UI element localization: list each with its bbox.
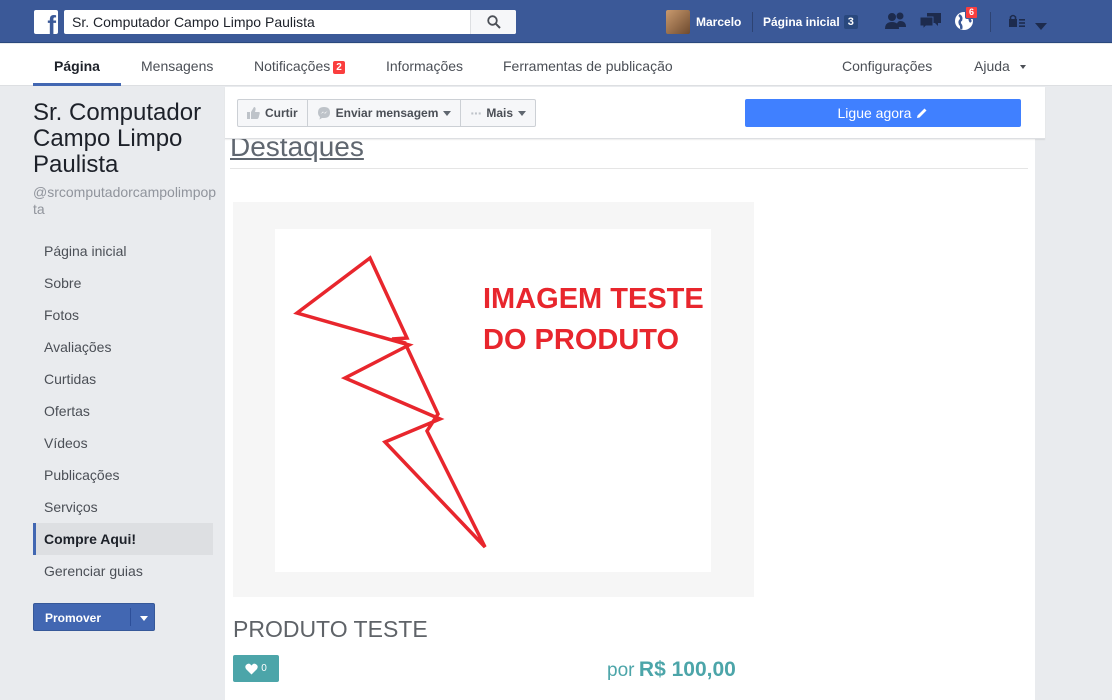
more-dots-icon: ···	[470, 105, 482, 121]
tab-notificacoes[interactable]: Notificações 2	[254, 44, 345, 86]
pencil-icon[interactable]	[916, 107, 928, 119]
search-input[interactable]: Sr. Computador Campo Limpo Paulista	[64, 14, 470, 30]
topbar-divider	[990, 12, 991, 32]
home-label: Página inicial	[763, 14, 840, 29]
sidebar-item-fotos[interactable]: Fotos	[33, 299, 213, 331]
tab-pagina[interactable]: Página	[33, 44, 121, 86]
promote-button[interactable]: Promover	[33, 603, 155, 631]
search-icon	[486, 15, 501, 29]
messages-icon	[919, 13, 941, 31]
sidebar-item-servicos[interactable]: Serviços	[33, 491, 213, 523]
caret-down-icon	[443, 110, 452, 116]
caret-down-icon	[1035, 23, 1047, 30]
sidebar-item-ofertas[interactable]: Ofertas	[33, 395, 213, 427]
section-divider	[230, 168, 1028, 169]
sidebar-item-avaliacoes[interactable]: Avaliações	[33, 331, 213, 363]
friends-icon	[885, 12, 906, 29]
product-price: por R$ 100,00	[607, 658, 736, 682]
notificacoes-badge: 2	[333, 61, 345, 74]
home-count-badge: 3	[843, 14, 858, 29]
product-image-frame[interactable]: IMAGEM TESTE DO PRODUTO	[233, 202, 754, 597]
search-bar[interactable]: Sr. Computador Campo Limpo Paulista	[64, 10, 516, 34]
facebook-logo-icon[interactable]: f	[34, 10, 58, 34]
call-now-label: Ligue agora	[837, 105, 912, 121]
page-username[interactable]: @srcomputadorcampolimpopta	[33, 184, 218, 218]
sidebar-item-compre-aqui[interactable]: Compre Aqui!	[33, 523, 213, 555]
thumbs-up-icon	[247, 107, 260, 119]
image-caption-line: DO PRODUTO	[483, 324, 680, 356]
like-label: Curtir	[265, 106, 298, 120]
heart-icon	[245, 663, 258, 674]
search-button[interactable]	[470, 10, 516, 34]
account-menu-button[interactable]	[1035, 18, 1047, 36]
send-message-button[interactable]: Enviar mensagem	[308, 100, 462, 126]
more-button[interactable]: ··· Mais	[461, 100, 535, 126]
lock-menu-icon	[1009, 14, 1025, 27]
home-link[interactable]: Página inicial 3	[763, 0, 858, 43]
caret-down-icon	[1019, 65, 1026, 69]
friend-requests-button[interactable]	[885, 11, 907, 36]
send-message-label: Enviar mensagem	[335, 106, 439, 120]
tab-mensagens[interactable]: Mensagens	[141, 44, 213, 86]
price-value: R$ 100,00	[638, 658, 736, 681]
image-caption: IMAGEM TESTE DO PRODUTO	[483, 279, 723, 361]
sidebar-item-sobre[interactable]: Sobre	[33, 267, 213, 299]
profile-link[interactable]: Marcelo	[666, 0, 741, 43]
call-now-button[interactable]: Ligue agora	[745, 99, 1021, 127]
quick-help-button[interactable]	[1008, 14, 1026, 33]
messenger-icon	[317, 107, 330, 120]
sidebar-item-pagina-inicial[interactable]: Página inicial	[33, 235, 213, 267]
page-action-bar: Curtir Enviar mensagem ··· Mais Ligue ag…	[225, 87, 1045, 139]
page-title: Sr. Computador Campo Limpo Paulista	[33, 99, 202, 178]
promote-divider	[130, 608, 131, 626]
notifications-badge: 6	[965, 6, 979, 19]
more-label: Mais	[486, 106, 514, 120]
top-navigation-bar: f Sr. Computador Campo Limpo Paulista Ma…	[0, 0, 1112, 43]
caret-down-icon	[518, 110, 527, 116]
sidebar-item-gerenciar-guias[interactable]: Gerenciar guias	[33, 555, 213, 587]
tab-ajuda-label: Ajuda	[974, 58, 1010, 74]
notifications-button[interactable]: 6	[953, 6, 979, 37]
topbar-divider	[752, 12, 753, 32]
sidebar-item-publicacoes[interactable]: Publicações	[33, 459, 213, 491]
tab-ferramentas[interactable]: Ferramentas de publicação	[503, 44, 673, 86]
tab-ajuda[interactable]: Ajuda	[974, 44, 1026, 86]
product-title[interactable]: PRODUTO TESTE	[233, 616, 428, 643]
likes-count: 0	[261, 663, 267, 674]
messages-button[interactable]	[919, 11, 943, 36]
tab-configuracoes[interactable]: Configurações	[842, 44, 932, 86]
profile-name: Marcelo	[696, 14, 742, 29]
price-prefix: por	[607, 660, 635, 681]
image-caption-line: IMAGEM TESTE	[483, 283, 704, 315]
product-like-button[interactable]: 0	[233, 655, 279, 682]
caret-down-icon[interactable]	[140, 616, 148, 621]
promote-label: Promover	[45, 611, 102, 625]
avatar	[666, 9, 690, 34]
product-image[interactable]: IMAGEM TESTE DO PRODUTO	[275, 229, 711, 572]
like-page-button[interactable]: Curtir	[238, 100, 308, 126]
action-button-group: Curtir Enviar mensagem ··· Mais	[237, 99, 537, 127]
tab-informacoes[interactable]: Informações	[386, 44, 463, 86]
sidebar-item-videos[interactable]: Vídeos	[33, 427, 213, 459]
page-sidebar-nav: Página inicial Sobre Fotos Avaliações Cu…	[33, 235, 213, 587]
page-tabs-bar: Página Mensagens Notificações 2 Informaçõ…	[0, 44, 1112, 86]
sidebar-item-curtidas[interactable]: Curtidas	[33, 363, 213, 395]
tab-notificacoes-label: Notificações	[254, 58, 331, 74]
